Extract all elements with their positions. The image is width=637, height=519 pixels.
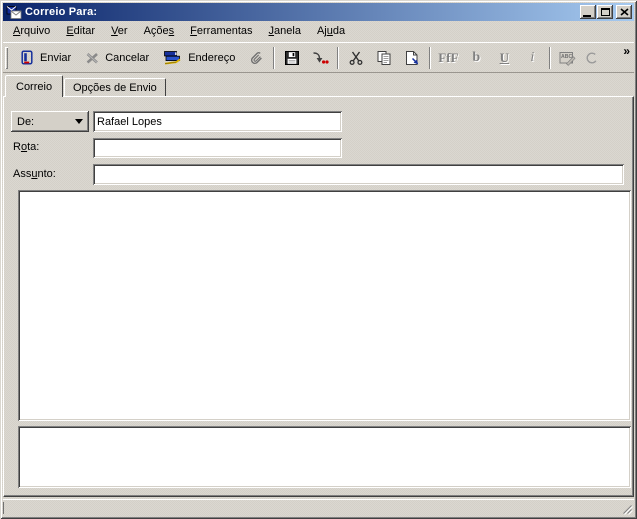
minimize-icon xyxy=(582,14,591,17)
route-arrow-icon xyxy=(313,51,329,64)
autocorrect-button[interactable] xyxy=(582,46,602,70)
menubar: Arquivo Editar Ver Ações Ferramentas Jan… xyxy=(3,21,634,41)
save-floppy-icon xyxy=(285,50,300,65)
address-book-icon xyxy=(164,50,181,64)
copy-icon xyxy=(377,50,391,65)
toolbar-overflow-button[interactable]: » xyxy=(618,44,634,58)
maximize-icon xyxy=(600,8,610,16)
toolbar: Enviar Cancelar Endereço FfF b U i ABC » xyxy=(3,42,634,73)
cancel-x-icon xyxy=(86,52,99,63)
statusbar-divider xyxy=(3,502,4,514)
tabstrip: Correio Opções de Envio xyxy=(3,75,634,97)
close-button[interactable] xyxy=(616,5,632,19)
mail-envelope-icon xyxy=(6,5,22,20)
statusbar xyxy=(3,499,634,516)
menu-ver[interactable]: Ver xyxy=(103,23,136,40)
attach-button[interactable] xyxy=(242,46,270,70)
toolbar-grip[interactable] xyxy=(5,47,8,69)
resize-grip-icon xyxy=(623,505,633,515)
save-button[interactable] xyxy=(278,46,306,70)
attachments-pane[interactable] xyxy=(18,426,631,488)
window: Correio Para: Arquivo Editar Ver Ações F… xyxy=(0,0,637,519)
menu-arquivo[interactable]: Arquivo xyxy=(5,23,58,40)
toolbar-separator xyxy=(549,46,552,69)
send-button[interactable]: Enviar xyxy=(12,46,78,70)
minimize-button[interactable] xyxy=(580,5,596,19)
mail-tab-panel: De: Rota: Assunto: xyxy=(3,96,634,497)
dropdown-arrow-icon xyxy=(75,119,83,124)
italic-button[interactable]: i xyxy=(518,46,546,70)
rota-field[interactable] xyxy=(93,138,342,158)
cut-button[interactable] xyxy=(342,46,370,70)
paperclip-icon xyxy=(251,51,263,64)
route-button[interactable] xyxy=(306,46,334,70)
menu-ferramentas[interactable]: Ferramentas xyxy=(182,23,260,40)
menu-acoes[interactable]: Ações xyxy=(136,23,183,40)
menu-editar[interactable]: Editar xyxy=(58,23,103,40)
cancel-button[interactable]: Cancelar xyxy=(78,46,156,70)
menu-janela[interactable]: Janela xyxy=(261,23,309,40)
assunto-label: Assunto: xyxy=(13,168,56,180)
message-body[interactable] xyxy=(18,190,631,421)
assunto-field[interactable] xyxy=(93,164,624,185)
underline-button[interactable]: U xyxy=(490,46,518,70)
bold-button[interactable]: b xyxy=(462,46,490,70)
de-dropdown-button[interactable]: De: xyxy=(11,111,89,132)
toolbar-separator xyxy=(429,46,432,69)
tab-opcoes-de-envio[interactable]: Opções de Envio xyxy=(64,78,166,96)
paste-page-icon xyxy=(406,50,419,65)
maximize-button[interactable] xyxy=(597,5,613,19)
tab-correio[interactable]: Correio xyxy=(5,75,64,97)
send-icon xyxy=(21,49,33,65)
resize-grip[interactable] xyxy=(620,502,633,515)
titlebar[interactable]: Correio Para: xyxy=(3,3,634,21)
toolbar-separator xyxy=(273,46,276,69)
close-icon xyxy=(619,8,629,16)
paste-button[interactable] xyxy=(398,46,426,70)
titlebar-controls xyxy=(580,5,632,19)
menu-ajuda[interactable]: Ajuda xyxy=(309,23,353,40)
toolbar-separator xyxy=(337,46,340,69)
de-field[interactable] xyxy=(93,111,342,132)
font-button[interactable]: FfF xyxy=(434,46,462,70)
spellcheck-abc-icon: ABC xyxy=(559,51,576,66)
spellcheck-button[interactable]: ABC xyxy=(554,46,582,70)
open-circle-icon xyxy=(586,51,598,64)
window-title: Correio Para: xyxy=(25,6,98,18)
rota-label: Rota: xyxy=(13,141,40,153)
address-button[interactable]: Endereço xyxy=(156,46,242,70)
scissors-icon xyxy=(349,51,363,65)
copy-button[interactable] xyxy=(370,46,398,70)
